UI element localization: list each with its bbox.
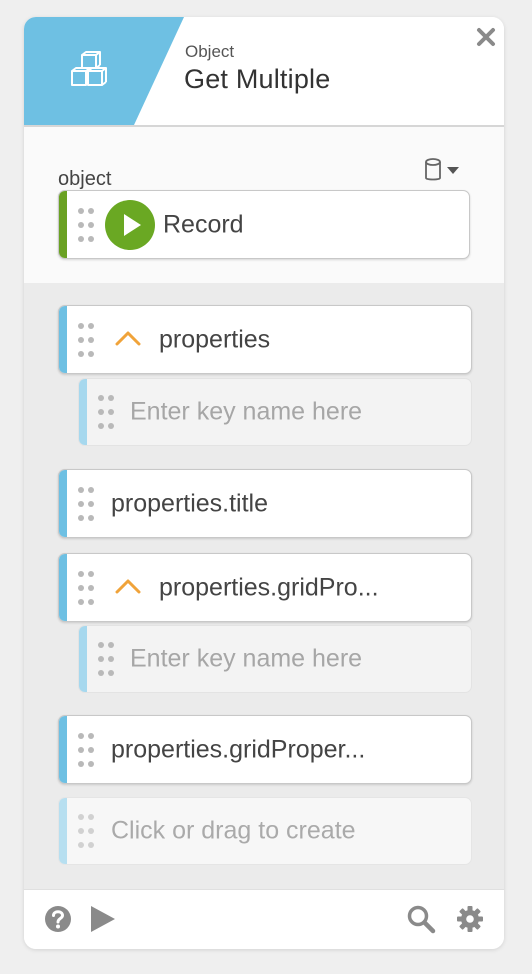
list-item-label: properties.gridPro...: [159, 573, 379, 601]
block-accent-bar: [79, 626, 87, 692]
object-value-label: Record: [163, 210, 244, 238]
block-panel: Object Get Multiple object Record proper…: [24, 17, 504, 949]
list-item-label: properties: [159, 325, 271, 353]
create-placeholder-label: Click or drag to create: [111, 816, 356, 845]
block-accent-bar: [79, 379, 87, 445]
block-accent-bar: [59, 798, 67, 864]
list-item-label: properties.title: [111, 489, 269, 517]
drag-handle[interactable]: [78, 205, 94, 245]
object-value-block[interactable]: Record: [58, 190, 470, 259]
properties-list: properties Enter key name here propertie…: [24, 283, 504, 889]
block-category: Object: [185, 42, 235, 61]
chevron-up-icon[interactable]: [115, 330, 141, 346]
search-icon[interactable]: [406, 904, 436, 934]
key-name-input[interactable]: Enter key name here: [78, 378, 472, 446]
help-icon[interactable]: [43, 904, 73, 934]
play-icon[interactable]: [105, 200, 155, 250]
block-title: Get Multiple: [184, 64, 331, 94]
block-accent-bar: [59, 191, 67, 258]
drag-handle[interactable]: [78, 568, 94, 608]
drag-handle[interactable]: [78, 320, 94, 360]
create-item-placeholder[interactable]: Click or drag to create: [58, 797, 472, 865]
drag-handle[interactable]: [78, 484, 94, 524]
cubes-icon: [71, 51, 107, 86]
drag-handle[interactable]: [98, 639, 114, 679]
block-accent-bar: [59, 470, 67, 537]
list-item[interactable]: properties: [58, 305, 472, 374]
key-name-input[interactable]: Enter key name here: [78, 625, 472, 693]
panel-footer: [24, 889, 504, 949]
key-name-placeholder: Enter key name here: [130, 397, 363, 426]
drag-handle[interactable]: [98, 392, 114, 432]
panel-header: Object Get Multiple: [24, 17, 504, 127]
drag-handle: [78, 811, 94, 851]
list-item-label: properties.gridProper...: [111, 735, 366, 763]
object-parameter-section: object Record: [24, 127, 504, 283]
block-accent-bar: [59, 716, 67, 783]
gear-icon[interactable]: [455, 904, 485, 934]
list-item[interactable]: properties.gridProper...: [58, 715, 472, 784]
block-accent-bar: [59, 554, 67, 621]
database-icon: [425, 158, 441, 181]
caret-down-icon: [447, 167, 459, 174]
chevron-up-icon[interactable]: [115, 578, 141, 594]
object-parameter-label: object: [58, 168, 112, 190]
drag-handle[interactable]: [78, 730, 94, 770]
block-accent-bar: [59, 306, 67, 373]
variable-type-dropdown[interactable]: [424, 157, 468, 183]
list-item[interactable]: properties.title: [58, 469, 472, 538]
key-name-placeholder: Enter key name here: [130, 644, 363, 673]
play-icon[interactable]: [88, 904, 118, 934]
list-item[interactable]: properties.gridPro...: [58, 553, 472, 622]
close-icon[interactable]: [475, 26, 497, 48]
